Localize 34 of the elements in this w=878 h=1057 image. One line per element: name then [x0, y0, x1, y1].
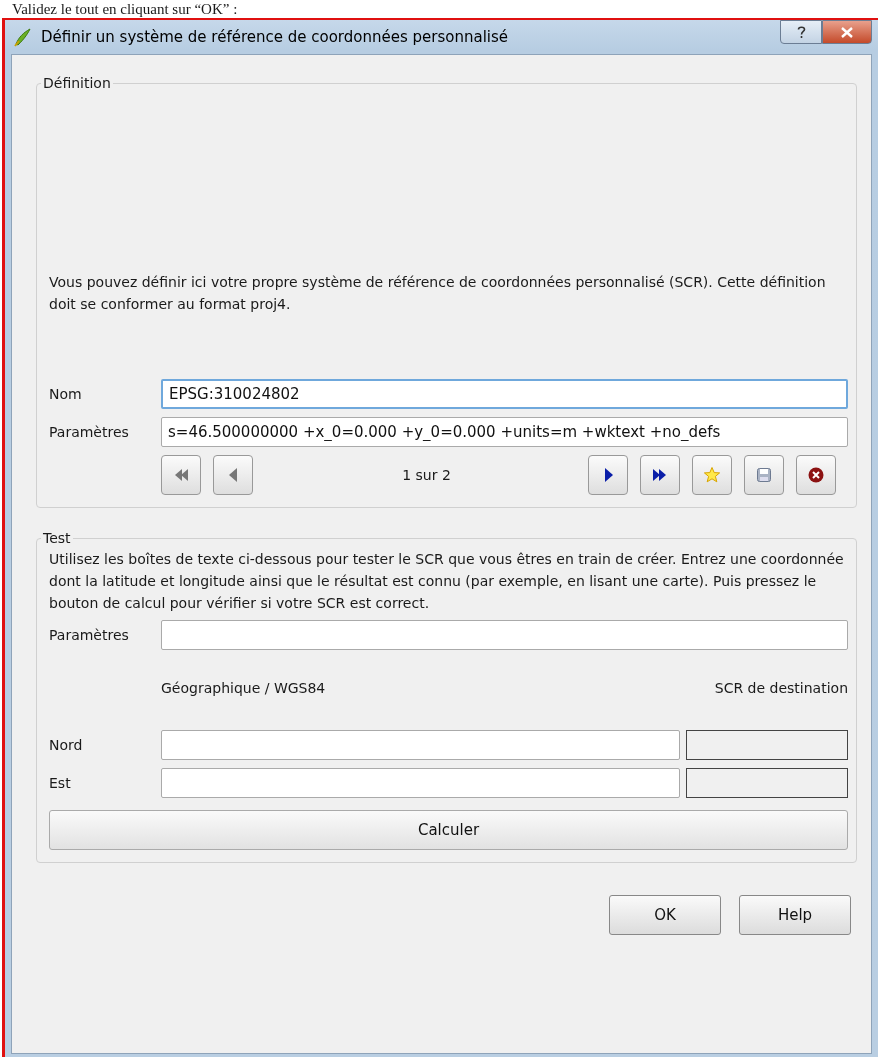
double-left-arrow-icon [173, 467, 189, 483]
coordinate-field[interactable] [161, 768, 680, 798]
coordinate-field[interactable] [161, 730, 680, 760]
parameters-field[interactable] [161, 620, 848, 650]
column-header: Géographique / WGS84 [161, 680, 327, 696]
field-label: Paramètres [49, 424, 130, 440]
calculate-button[interactable]: Calculer [49, 810, 848, 850]
parameters-field[interactable]: s=46.500000000 +x_0=0.000 +y_0=0.000 +units=m +wktext +no_defs [161, 417, 848, 447]
window-title: Définir un système de référence de coordonnées personnalisé [41, 28, 510, 46]
double-right-arrow-icon [652, 467, 668, 483]
last-button[interactable] [640, 455, 680, 495]
remove-button[interactable] [796, 455, 836, 495]
star-icon [704, 467, 720, 483]
field-label: Est [49, 775, 72, 791]
page-indicator: 1 sur 2 [401, 467, 452, 483]
close-button[interactable] [822, 20, 872, 44]
group-title: Test [42, 530, 72, 546]
help-icon [796, 25, 806, 39]
x-circle-icon [808, 467, 824, 483]
field-label: Nord [49, 737, 84, 753]
field-label: Nom [49, 386, 83, 402]
help-button[interactable] [780, 20, 822, 44]
dialog-button[interactable]: OK [609, 895, 721, 935]
group-title: Définition [42, 75, 112, 91]
description-text: Vous pouvez définir ici votre propre système de référence de coordonnées personnalisé (SCR). Cette définition doit se conformer au format proj4. [49, 273, 827, 314]
dialog-button[interactable]: Help [739, 895, 851, 935]
add-button[interactable] [692, 455, 732, 495]
column-header: SCR de destination [713, 680, 848, 696]
field-label: Paramètres [49, 627, 130, 643]
next-button[interactable] [588, 455, 628, 495]
close-icon [841, 26, 853, 38]
caption-text: Validez le tout en cliquant sur “OK” : [12, 0, 239, 18]
description-text: Utilisez les boîtes de texte ci-dessous pour tester le SCR que vous êtres en train de créer. Entrez une coordonnée dont la latitude et longitude ainsi que le résultat est connu (par exemple, en lisant une carte). Puis pressez le bouton de calcul pour vérifier si votre SCR est correct. [49, 550, 845, 613]
name-field[interactable]: EPSG:310024802 [161, 379, 848, 409]
